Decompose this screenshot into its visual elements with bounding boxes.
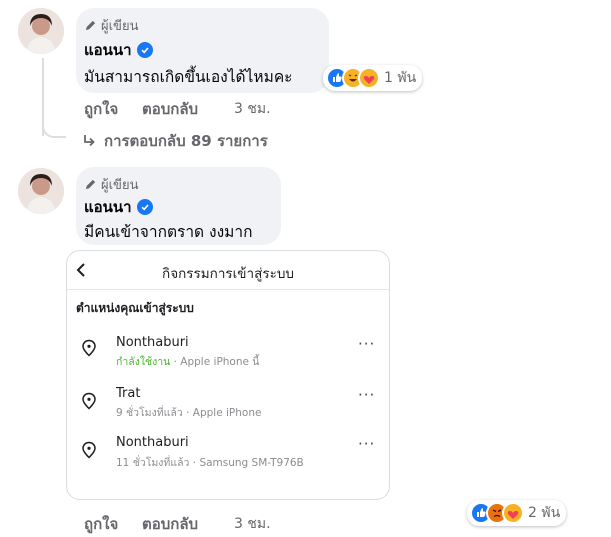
pencil-icon — [85, 179, 96, 190]
more-options-icon[interactable]: ··· — [358, 435, 375, 453]
author-name-label[interactable]: แอนนา — [84, 38, 132, 62]
reaction-summary[interactable]: 1 พัน — [323, 65, 423, 91]
reaction-count: 1 พัน — [384, 70, 417, 86]
reaction-count: 2 พัน — [528, 505, 561, 521]
comment-timestamp[interactable]: 3 ชม. — [234, 513, 271, 535]
care-reaction-icon — [502, 502, 524, 524]
location-device: 11 ชั่วโมงที่แล้ว · Samsung SM-T976B — [116, 457, 304, 469]
care-reaction-icon — [358, 67, 380, 89]
location-pin-icon — [82, 339, 96, 357]
author-tag: ผู้เขียน — [84, 174, 138, 195]
author-tag: ผู้เขียน — [84, 15, 138, 36]
view-replies-link[interactable]: การตอบกลับ 89 รายการ — [82, 129, 268, 153]
comment-text: มันสามารถเกิดขึ้นเองได้ไหมคะ — [84, 68, 293, 86]
author-tag-label: ผู้เขียน — [101, 178, 139, 193]
author-name[interactable]: แอนนา — [84, 38, 153, 62]
author-name-label[interactable]: แอนนา — [84, 195, 132, 219]
more-options-icon[interactable]: ··· — [358, 386, 375, 404]
comment-timestamp[interactable]: 3 ชม. — [234, 98, 271, 120]
like-button[interactable]: ถูกใจ — [84, 97, 118, 121]
reaction-summary[interactable]: 2 พัน — [467, 500, 567, 526]
location-pin-icon — [82, 392, 96, 410]
active-status: กำลังใช้งาน — [116, 356, 171, 368]
location-device: 9 ชั่วโมงที่แล้ว · Apple iPhone — [116, 407, 262, 419]
screenshot-divider — [67, 289, 389, 290]
attached-screenshot[interactable]: กิจกรรมการเข้าสู่ระบบ ตำแหน่งคุณเข้าสู่ร… — [66, 250, 390, 500]
avatar[interactable] — [18, 168, 64, 214]
verified-icon — [136, 199, 153, 215]
location-name: Trat — [116, 386, 141, 401]
avatar[interactable] — [18, 8, 64, 54]
comment-bubble: ผู้เขียน แอนนา มันสามารถเกิดขึ้นเองได้ไห… — [76, 8, 329, 93]
like-button[interactable]: ถูกใจ — [84, 512, 118, 536]
location-name: Nonthaburi — [116, 435, 189, 450]
location-name: Nonthaburi — [116, 335, 189, 350]
screenshot-header-title: กิจกรรมการเข้าสู่ระบบ — [162, 266, 294, 282]
verified-icon — [136, 42, 153, 58]
reply-button[interactable]: ตอบกลับ — [142, 97, 198, 121]
reply-arrow-icon — [84, 135, 95, 147]
author-name[interactable]: แอนนา — [84, 195, 153, 219]
thread-curve — [42, 118, 66, 138]
pencil-icon — [85, 20, 96, 31]
comment-text: มีคนเข้าจากตราด งงมาก — [84, 223, 253, 241]
comment-bubble: ผู้เขียน แอนนา มีคนเข้าจากตราด งงมาก — [76, 167, 281, 245]
more-options-icon[interactable]: ··· — [358, 335, 375, 353]
location-pin-icon — [82, 441, 96, 459]
view-replies-label[interactable]: การตอบกลับ 89 รายการ — [104, 129, 268, 153]
location-device: · Apple iPhone นี้ — [170, 356, 260, 368]
reply-button[interactable]: ตอบกลับ — [142, 512, 198, 536]
author-tag-label: ผู้เขียน — [101, 19, 139, 34]
location-status: กำลังใช้งาน · Apple iPhone นี้ — [116, 353, 259, 370]
screenshot-section-title: ตำแหน่งคุณเข้าสู่ระบบ — [76, 301, 194, 315]
